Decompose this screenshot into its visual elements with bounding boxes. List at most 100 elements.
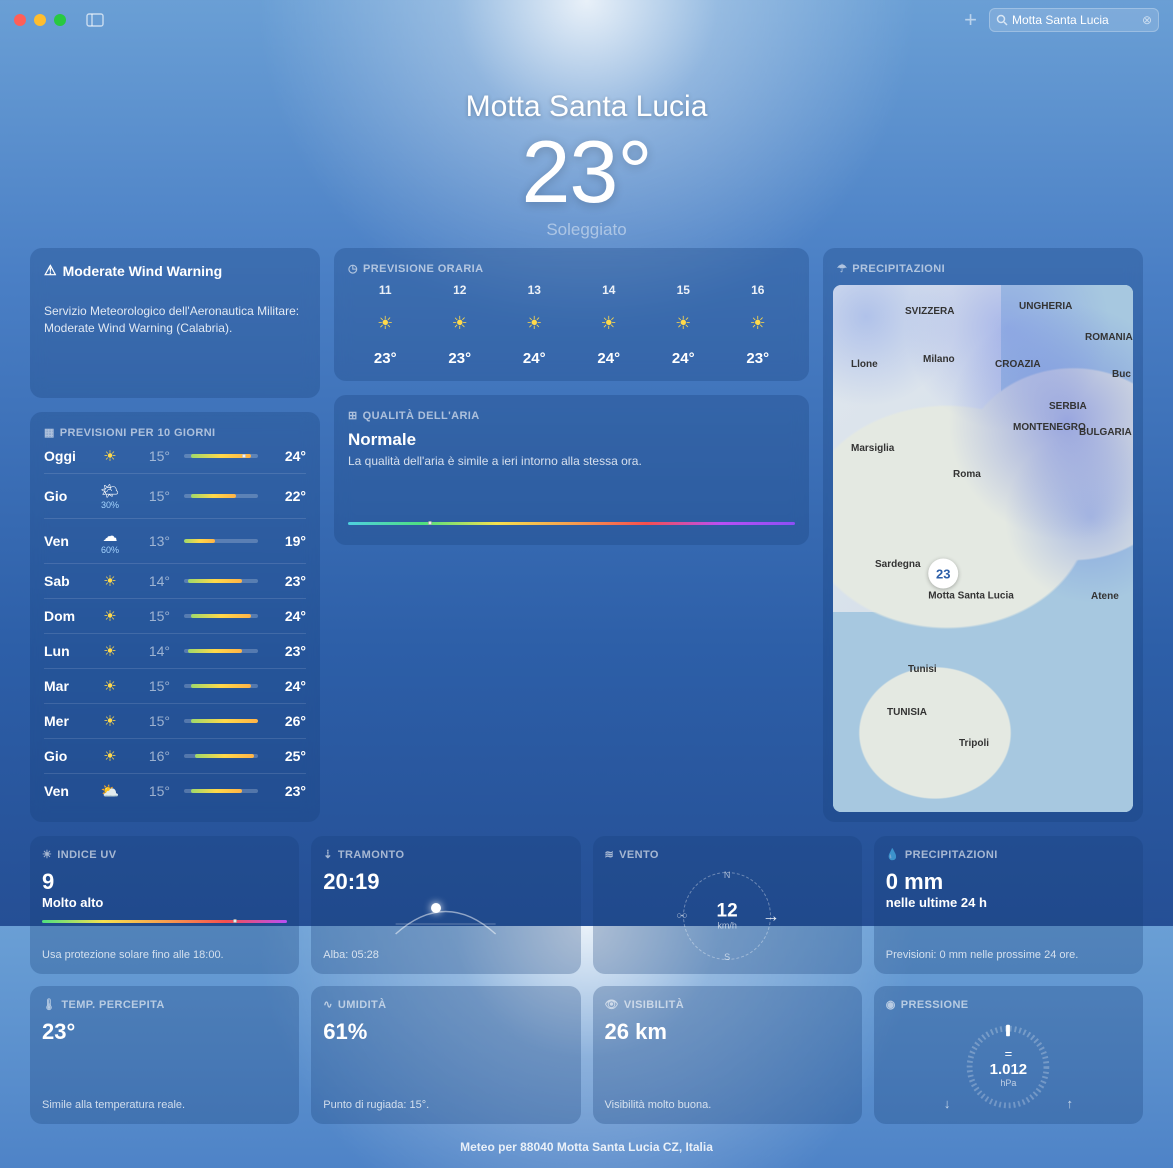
sunset-card[interactable]: ⇣TRAMONTO 20:19 Alba: 05:28 <box>311 836 580 974</box>
humidity-icon: ∿ <box>323 998 333 1011</box>
map-label: SVIZZERA <box>905 306 954 317</box>
map-label: MONTENEGRO <box>1013 422 1086 433</box>
map-label: CROAZIA <box>995 359 1041 370</box>
feels-value: 23° <box>42 1019 287 1045</box>
forecast-row: Ven☁60%13°19° <box>44 518 306 563</box>
hourly-forecast-card[interactable]: ◷PREVISIONE ORARIA 11☀23°12☀23°13☀24°14☀… <box>334 248 809 381</box>
visibility-card[interactable]: 👁VISIBILITÀ 26 km Visibilità molto buona… <box>593 986 862 1124</box>
wind-icon: ≋ <box>605 848 615 861</box>
forecast-row: Gio🌤30%15°22° <box>44 473 306 518</box>
forecast-row: Oggi☀15°24° <box>44 447 306 473</box>
hourly-column: 13☀24° <box>497 283 572 367</box>
sun-icon: ☀ <box>42 848 52 861</box>
pressure-up-icon: ↑ <box>1066 1096 1073 1111</box>
close-window[interactable] <box>14 14 26 26</box>
hourly-column: 14☀24° <box>572 283 647 367</box>
feels-like-card[interactable]: 🌡TEMP. PERCEPITA 23° Simile alla tempera… <box>30 986 299 1124</box>
warning-icon: ⚠ <box>44 262 57 279</box>
footer-location: Meteo per 88040 Motta Santa Lucia CZ, It… <box>16 1140 1157 1154</box>
sidebar-toggle-icon[interactable] <box>86 13 104 27</box>
weather-icon: ☀ <box>92 572 128 590</box>
uv-index-card[interactable]: ☀INDICE UV 9 Molto alto Usa protezione s… <box>30 836 299 974</box>
weather-icon: ☀ <box>92 607 128 625</box>
calendar-icon: ▦ <box>44 426 55 439</box>
uv-spectrum-bar <box>42 920 287 923</box>
umbrella-icon: ☂ <box>837 262 847 275</box>
hourly-column: 15☀24° <box>646 283 721 367</box>
sun-icon: ☀ <box>497 313 572 334</box>
feels-note: Simile alla temperatura reale. <box>42 1098 287 1112</box>
map-label: SERBIA <box>1049 401 1087 412</box>
weather-icon: 🌤30% <box>92 482 128 510</box>
visibility-note: Visibilità molto buona. <box>605 1098 850 1112</box>
aqi-value: Normale <box>348 430 795 450</box>
precip-value: 0 mm <box>886 869 1131 895</box>
droplet-icon: 💧 <box>886 848 900 861</box>
dewpoint-note: Punto di rugiada: 15°. <box>323 1098 568 1112</box>
current-temperature: 23° <box>16 128 1157 216</box>
aqi-spectrum-bar <box>348 522 795 525</box>
precipitation-map[interactable]: SVIZZERAUNGHERIAROMANIALloneMilanoCROAZI… <box>833 285 1133 812</box>
map-label: Buc <box>1112 369 1131 380</box>
map-label: Sardegna <box>875 559 921 570</box>
forecast-row: Mer☀15°26° <box>44 703 306 738</box>
precipitation-map-card[interactable]: ☂PRECIPITAZIONI SVIZZERAUNGHERIAROMANIAL… <box>823 248 1143 822</box>
humidity-value: 61% <box>323 1019 568 1045</box>
uv-value: 9 <box>42 869 287 895</box>
weather-icon: ☀ <box>92 747 128 765</box>
clock-icon: ◷ <box>348 262 358 275</box>
forecast-row: Ven⛅15°23° <box>44 773 306 808</box>
map-label: Tunisi <box>908 664 937 675</box>
wind-warning-card[interactable]: ⚠ Moderate Wind Warning Servizio Meteorol… <box>30 248 320 398</box>
visibility-value: 26 km <box>605 1019 850 1045</box>
forecast-row: Sab☀14°23° <box>44 563 306 598</box>
aqi-icon: ⊞ <box>348 409 358 422</box>
forecast-row: Mar☀15°24° <box>44 668 306 703</box>
search-input[interactable] <box>1012 13 1138 27</box>
location-name: Motta Santa Lucia <box>16 90 1157 124</box>
warning-title: Moderate Wind Warning <box>63 263 223 279</box>
search-icon <box>996 14 1008 26</box>
current-weather-hero: Motta Santa Lucia 23° Soleggiato <box>16 90 1157 240</box>
hourly-column: 11☀23° <box>348 283 423 367</box>
forecast-row: Dom☀15°24° <box>44 598 306 633</box>
map-label: Llone <box>851 359 878 370</box>
minimize-window[interactable] <box>34 14 46 26</box>
precipitation-24h-card[interactable]: 💧PRECIPITAZIONI 0 mm nelle ultime 24 h P… <box>874 836 1143 974</box>
sunrise-time: Alba: 05:28 <box>323 948 568 962</box>
map-label: TUNISIA <box>887 707 927 718</box>
search-field[interactable]: ⊗ <box>989 8 1159 32</box>
forecast-row: Gio☀16°25° <box>44 738 306 773</box>
sunset-time: 20:19 <box>323 869 568 895</box>
map-label: Roma <box>953 469 981 480</box>
thermometer-icon: 🌡 <box>42 998 56 1011</box>
weather-icon: ☀ <box>92 677 128 695</box>
weather-icon: ☀ <box>92 642 128 660</box>
map-label: ROMANIA <box>1085 332 1133 343</box>
add-location-button[interactable]: + <box>964 7 977 33</box>
maximize-window[interactable] <box>54 14 66 26</box>
sun-icon: ☀ <box>646 313 721 334</box>
sun-icon: ☀ <box>572 313 647 334</box>
precip-note: Previsioni: 0 mm nelle prossime 24 ore. <box>886 948 1131 962</box>
uv-note: Usa protezione solare fino alle 18:00. <box>42 948 287 962</box>
weather-icon: ☁60% <box>92 527 128 555</box>
weather-icon: ☀ <box>92 712 128 730</box>
hourly-column: 16☀23° <box>721 283 796 367</box>
humidity-card[interactable]: ∿UMIDITÀ 61% Punto di rugiada: 15°. <box>311 986 580 1124</box>
map-location-pin: 23 Motta Santa Lucia <box>928 559 1014 602</box>
forecast-row: Lun☀14°23° <box>44 633 306 668</box>
gauge-icon: ◉ <box>886 998 896 1011</box>
wind-card[interactable]: ≋VENTO NS ○-○→ 12km/h <box>593 836 862 974</box>
eye-icon: 👁 <box>605 998 619 1011</box>
pressure-card[interactable]: ◉PRESSIONE =1.012hPa ↓↑ <box>874 986 1143 1124</box>
warning-desc: Servizio Meteorologico dell'Aeronautica … <box>44 303 306 337</box>
clear-search-icon[interactable]: ⊗ <box>1142 13 1152 27</box>
tenday-forecast-card[interactable]: ▦PREVISIONI PER 10 GIORNI Oggi☀15°24°Gio… <box>30 412 320 822</box>
map-label: Milano <box>923 354 955 365</box>
map-label: BULGARIA <box>1079 427 1132 438</box>
pressure-down-icon: ↓ <box>944 1096 951 1111</box>
air-quality-card[interactable]: ⊞QUALITÀ DELL'ARIA Normale La qualità de… <box>334 395 809 545</box>
current-condition: Soleggiato <box>16 220 1157 240</box>
precip-period: nelle ultime 24 h <box>886 895 1131 910</box>
